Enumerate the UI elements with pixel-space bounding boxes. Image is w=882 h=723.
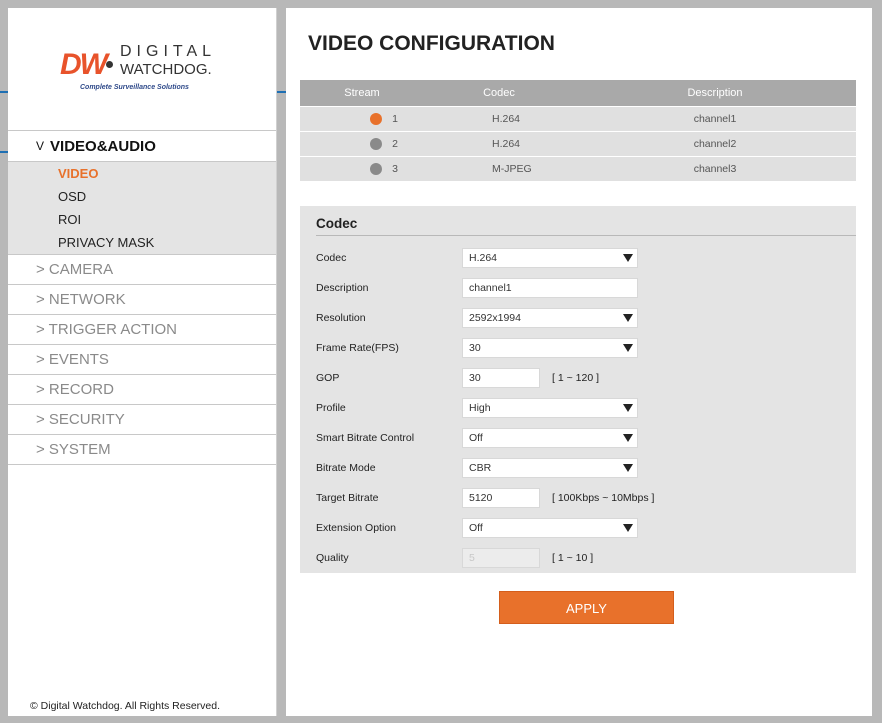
dropdown-arrow-icon bbox=[623, 344, 633, 352]
label-target-bitrate: Target Bitrate bbox=[316, 492, 379, 504]
logo-dw: DW bbox=[60, 48, 108, 81]
row-quality: Quality 5 [ 1 ~ 10 ] bbox=[316, 548, 846, 570]
stream-number: 2 bbox=[392, 138, 398, 150]
dropdown-arrow-icon bbox=[623, 524, 633, 532]
smart-bitrate-select[interactable]: Off bbox=[462, 428, 638, 448]
stream-radio-3[interactable] bbox=[370, 163, 383, 175]
logo-line1: DIGITAL bbox=[120, 43, 217, 60]
header-description: Description bbox=[687, 87, 743, 99]
resolution-select[interactable]: 2592x1994 bbox=[462, 308, 638, 328]
row-target-bitrate: Target Bitrate 5120 [ 100Kbps ~ 10Mbps ] bbox=[316, 488, 846, 510]
stream-number: 1 bbox=[392, 113, 398, 125]
quality-input: 5 bbox=[462, 548, 540, 568]
gop-input[interactable]: 30 bbox=[462, 368, 540, 388]
label-quality: Quality bbox=[316, 552, 349, 564]
label-smart-bitrate: Smart Bitrate Control bbox=[316, 432, 415, 444]
submenu-item-video[interactable]: VIDEO bbox=[8, 162, 276, 185]
menu-section-label: VIDEO&AUDIO bbox=[50, 137, 156, 155]
row-description: Description channel1 bbox=[316, 278, 846, 300]
row-resolution: Resolution 2592x1994 bbox=[316, 308, 846, 330]
stream-description: channel2 bbox=[693, 138, 737, 150]
row-frame-rate: Frame Rate(FPS) 30 bbox=[316, 338, 846, 360]
menu-item-trigger-action[interactable]: > TRIGGER ACTION bbox=[8, 314, 276, 344]
bitrate-mode-select[interactable]: CBR bbox=[462, 458, 638, 478]
dropdown-arrow-icon bbox=[623, 434, 633, 442]
label-bitrate-mode: Bitrate Mode bbox=[316, 462, 376, 474]
dropdown-arrow-icon bbox=[623, 464, 633, 472]
logo-line2: WATCHDOG. bbox=[120, 61, 212, 78]
menu-item-network[interactable]: > NETWORK bbox=[8, 284, 276, 314]
codec-panel-title: Codec bbox=[316, 216, 358, 231]
label-codec: Codec bbox=[316, 252, 347, 264]
label-gop: GOP bbox=[316, 372, 340, 384]
stream-row-1[interactable]: 1 H.264 channel1 bbox=[300, 106, 856, 131]
description-input[interactable]: channel1 bbox=[462, 278, 638, 298]
target-bitrate-input[interactable]: 5120 bbox=[462, 488, 540, 508]
stream-table: Stream Codec Description 1 H.264 channel… bbox=[300, 80, 856, 181]
brand-logo: DW DIGITAL WATCHDOG. Complete Surveillan… bbox=[60, 40, 240, 100]
gop-range-hint: [ 1 ~ 120 ] bbox=[552, 372, 599, 384]
menu-item-security[interactable]: > SECURITY bbox=[8, 404, 276, 434]
menu-item-record[interactable]: > RECORD bbox=[8, 374, 276, 404]
stream-radio-2[interactable] bbox=[370, 138, 383, 150]
target-bitrate-range-hint: [ 100Kbps ~ 10Mbps ] bbox=[552, 492, 655, 504]
extension-select[interactable]: Off bbox=[462, 518, 638, 538]
codec-select[interactable]: H.264 bbox=[462, 248, 638, 268]
dropdown-arrow-icon bbox=[623, 404, 633, 412]
profile-select[interactable]: High bbox=[462, 398, 638, 418]
stream-codec: H.264 bbox=[492, 113, 521, 125]
row-smart-bitrate: Smart Bitrate Control Off bbox=[316, 428, 846, 450]
menu-item-camera[interactable]: > CAMERA bbox=[8, 254, 276, 284]
row-profile: Profile High bbox=[316, 398, 846, 420]
sidebar: DW DIGITAL WATCHDOG. Complete Surveillan… bbox=[8, 8, 277, 716]
stream-codec: H.264 bbox=[492, 138, 521, 150]
main-content: VIDEO CONFIGURATION Stream Codec Descrip… bbox=[286, 8, 872, 716]
stream-radio-1[interactable] bbox=[370, 113, 383, 125]
chevron-down-icon: V bbox=[36, 139, 45, 153]
label-profile: Profile bbox=[316, 402, 346, 414]
label-frame-rate: Frame Rate(FPS) bbox=[316, 342, 399, 354]
dropdown-arrow-icon bbox=[623, 314, 633, 322]
apply-button[interactable]: APPLY bbox=[499, 591, 674, 624]
logo-dot bbox=[106, 61, 113, 68]
stream-table-header: Stream Codec Description bbox=[300, 80, 856, 106]
stream-codec: M-JPEG bbox=[492, 163, 532, 175]
dropdown-arrow-icon bbox=[623, 254, 633, 262]
row-codec: Codec H.264 bbox=[316, 248, 846, 270]
copyright: © Digital Watchdog. All Rights Reserved. bbox=[30, 700, 221, 712]
frame-rate-select[interactable]: 30 bbox=[462, 338, 638, 358]
menu-item-system[interactable]: > SYSTEM bbox=[8, 434, 276, 465]
row-gop: GOP 30 [ 1 ~ 120 ] bbox=[316, 368, 846, 390]
header-codec: Codec bbox=[483, 87, 515, 99]
label-extension: Extension Option bbox=[316, 522, 396, 534]
submenu-item-privacy-mask[interactable]: PRIVACY MASK bbox=[8, 231, 276, 254]
quality-range-hint: [ 1 ~ 10 ] bbox=[552, 552, 594, 564]
stream-description: channel3 bbox=[693, 163, 737, 175]
stream-row-2[interactable]: 2 H.264 channel2 bbox=[300, 131, 856, 156]
submenu-item-roi[interactable]: ROI bbox=[8, 208, 276, 231]
menu-item-events[interactable]: > EVENTS bbox=[8, 344, 276, 374]
menu-section-video-audio[interactable]: V VIDEO&AUDIO bbox=[8, 130, 276, 162]
header-stream: Stream bbox=[344, 87, 380, 99]
stream-description: channel1 bbox=[693, 113, 737, 125]
stream-number: 3 bbox=[392, 163, 398, 175]
submenu-item-osd[interactable]: OSD bbox=[8, 185, 276, 208]
label-description: Description bbox=[316, 282, 369, 294]
nav-menu: V VIDEO&AUDIO VIDEO OSD ROI PRIVACY MASK… bbox=[8, 130, 276, 465]
row-extension: Extension Option Off bbox=[316, 518, 846, 540]
logo-tagline: Complete Surveillance Solutions bbox=[80, 84, 189, 91]
panel-divider bbox=[316, 235, 856, 236]
row-bitrate-mode: Bitrate Mode CBR bbox=[316, 458, 846, 480]
submenu: VIDEO OSD ROI PRIVACY MASK bbox=[8, 162, 276, 254]
page-title: VIDEO CONFIGURATION bbox=[308, 32, 555, 55]
label-resolution: Resolution bbox=[316, 312, 366, 324]
stream-row-3[interactable]: 3 M-JPEG channel3 bbox=[300, 156, 856, 181]
codec-panel: Codec Codec H.264 Description channel1 R… bbox=[300, 206, 856, 573]
